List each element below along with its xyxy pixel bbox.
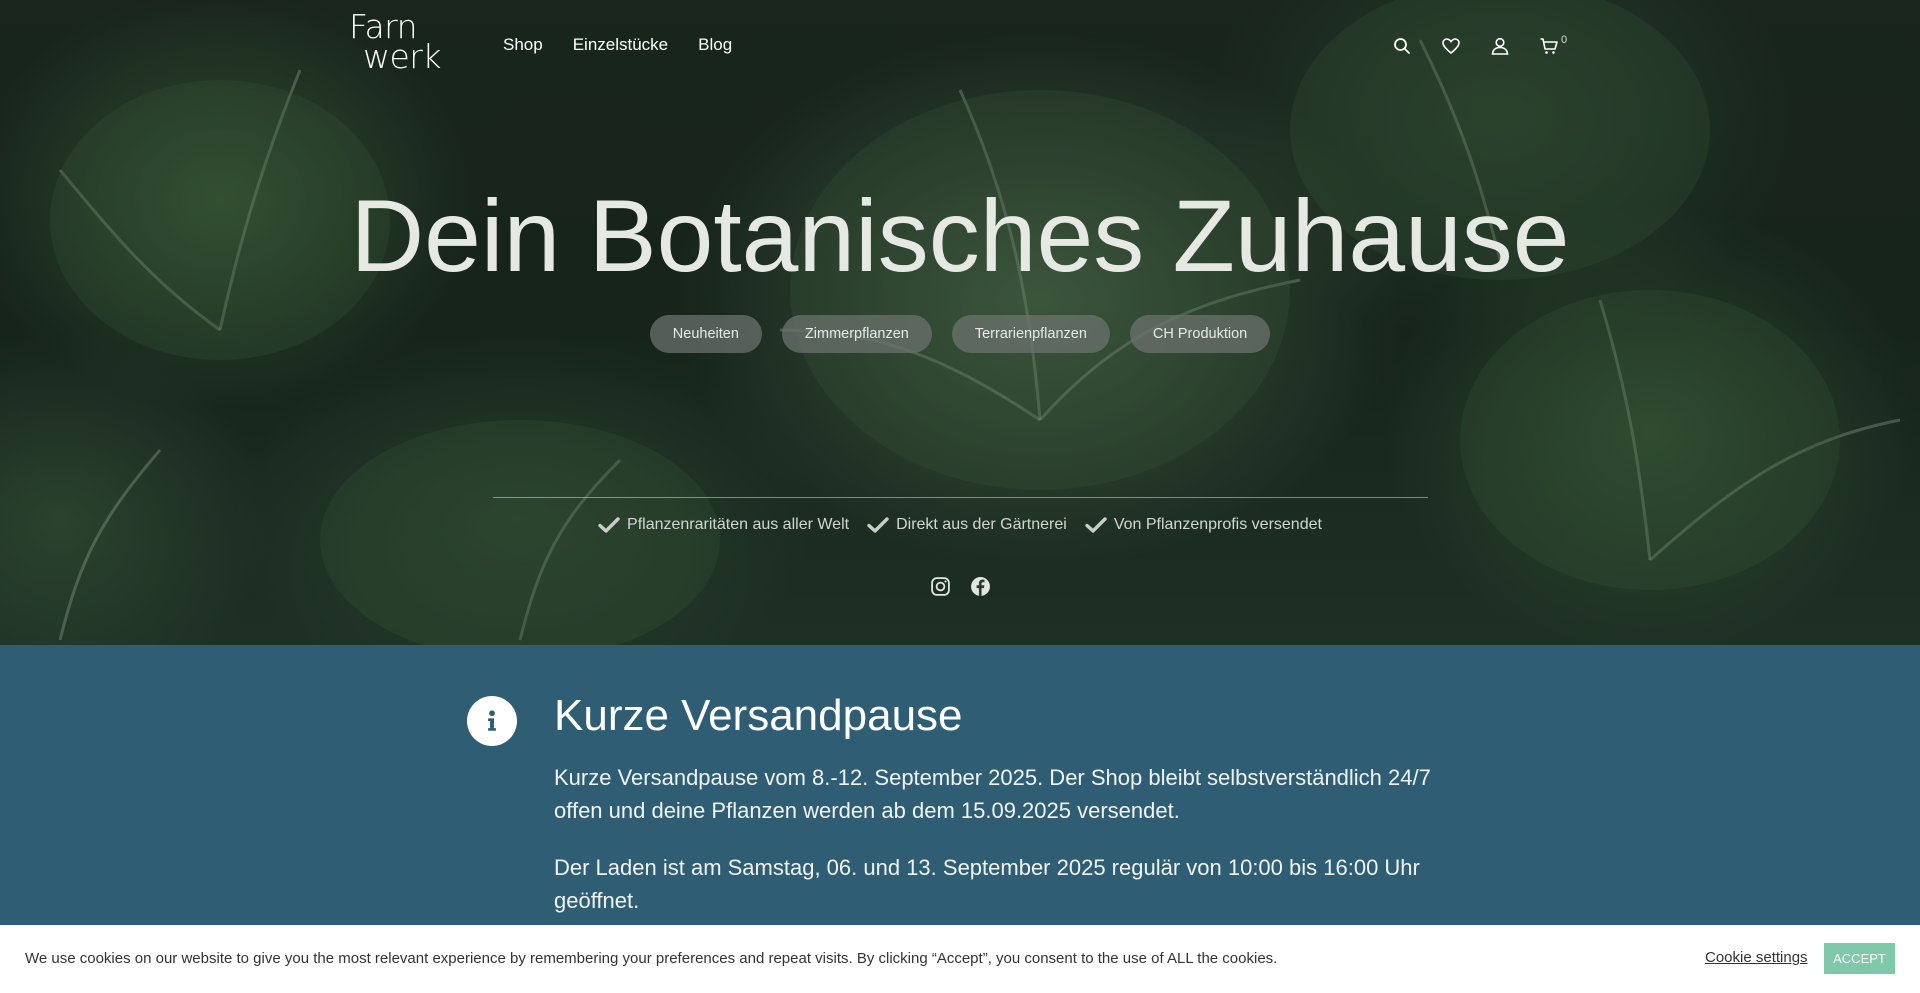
cookie-consent-bar: We use cookies on our website to give yo… [0,925,1920,993]
heart-icon[interactable] [1439,34,1463,58]
checkmark-icon [1085,517,1107,533]
hero-divider [493,497,1428,498]
pill-terrarienpflanzen[interactable]: Terrarienpflanzen [951,315,1110,353]
pill-ch-produktion[interactable]: CH Produktion [1129,315,1271,353]
usp-label: Direkt aus der Gärtnerei [896,516,1067,533]
usp-label: Pflanzenraritäten aus aller Welt [627,516,850,533]
pill-neuheiten[interactable]: Neuheiten [649,315,762,353]
usp-list: Pflanzenraritäten aus aller Welt Direkt … [0,516,1920,534]
info-icon [467,696,517,746]
usp-item: Pflanzenraritäten aus aller Welt [598,516,849,534]
site-header: Farn werk Shop Einzelstücke Blog 0 [0,0,1920,92]
cart-icon[interactable] [1537,34,1561,58]
usp-item: Direkt aus der Gärtnerei [867,516,1067,534]
facebook-icon[interactable] [970,576,991,597]
social-links [0,576,1920,597]
usp-item: Von Pflanzenprofis versendet [1085,516,1322,534]
category-pills: Neuheiten Zimmerpflanzen Terrarienpflanz… [0,315,1920,353]
user-icon[interactable] [1488,34,1512,58]
search-icon[interactable] [1390,34,1414,58]
checkmark-icon [867,517,889,533]
checkmark-icon [598,517,620,533]
cookie-accept-button[interactable]: ACCEPT [1824,943,1895,974]
hero-title: Dein Botanisches Zuhause [350,179,1570,293]
cookie-settings-link[interactable]: Cookie settings [1705,949,1808,966]
hero-section: Farn werk Shop Einzelstücke Blog 0 Dein … [0,0,1920,645]
notice-title: Kurze Versandpause [554,691,963,740]
header-tools: 0 [0,34,1920,58]
notice-paragraph-shipping: Kurze Versandpause vom 8.-12. September … [554,765,1431,823]
notice-paragraph-store-hours: Der Laden ist am Samstag, 06. und 13. Se… [554,855,1420,913]
usp-label: Von Pflanzenprofis versendet [1113,516,1322,533]
cart-count-badge: 0 [1561,34,1568,46]
cookie-text: We use cookies on our website to give yo… [25,950,1278,967]
instagram-icon[interactable] [930,576,951,597]
pill-zimmerpflanzen[interactable]: Zimmerpflanzen [781,315,932,353]
